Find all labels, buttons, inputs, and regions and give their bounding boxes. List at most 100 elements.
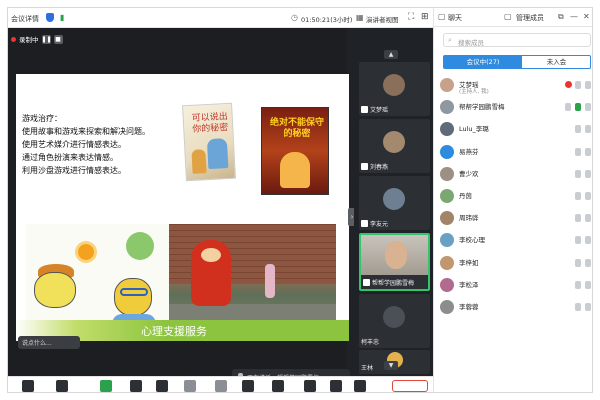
tab-not-joined[interactable]: 未入会 xyxy=(522,56,591,68)
member-search-input[interactable]: ⌕ 搜索成员 xyxy=(443,33,591,47)
member-avatar xyxy=(440,233,454,248)
stop-recording-button[interactable]: ■ xyxy=(53,34,63,44)
camera-icon[interactable] xyxy=(585,147,591,156)
mic-icon[interactable] xyxy=(575,191,581,200)
grid-icon[interactable]: ⊞ xyxy=(421,12,429,22)
mic-icon[interactable] xyxy=(575,125,581,134)
chat-tab[interactable]: 聊天 xyxy=(448,13,462,23)
shield-icon[interactable] xyxy=(46,13,54,22)
chat-icon[interactable] xyxy=(215,380,227,392)
participant-avatar xyxy=(383,74,405,96)
security-icon[interactable] xyxy=(130,380,142,392)
close-icon[interactable]: ✕ xyxy=(583,12,590,21)
tile-name-bar: 王林 xyxy=(361,363,373,372)
camera-icon[interactable] xyxy=(585,258,591,267)
video-tile-active[interactable]: 帮帮学园鹏雪梅 xyxy=(359,233,430,291)
record-icon[interactable] xyxy=(156,380,168,392)
chat-icon[interactable]: ▢ xyxy=(438,12,446,21)
pause-recording-button[interactable]: ❚❚ xyxy=(41,34,52,44)
member-avatar xyxy=(440,211,454,226)
member-row[interactable]: 艾梦瑶 (主持人, 我) xyxy=(440,74,592,96)
video-tile[interactable]: 柯丰忠 xyxy=(359,294,430,348)
meeting-details-link[interactable]: 会议详情 xyxy=(11,14,39,24)
book-cover-image: 绝对不能保守的秘密 xyxy=(261,107,329,195)
presentation-slide: 游戏治疗： 使用故事和游戏来探索和解决问题。 使用艺术媒介进行情感表达。 通过角… xyxy=(16,74,349,338)
mic-icon[interactable] xyxy=(575,258,581,267)
camera-icon[interactable] xyxy=(585,191,591,200)
member-name: 李蓉蓉 xyxy=(459,302,479,311)
tile-name: 柯丰忠 xyxy=(361,339,380,346)
camera-icon[interactable] xyxy=(585,302,591,311)
member-row[interactable]: 李松泽 xyxy=(440,274,592,296)
illustration-figure xyxy=(280,152,310,188)
mic-icon[interactable] xyxy=(575,103,581,112)
manage-members-tab[interactable]: 管理成员 xyxy=(516,13,544,23)
video-tile[interactable]: 李友元 xyxy=(359,176,430,230)
member-row[interactable]: Lulu_李璐 xyxy=(440,118,592,140)
recording-indicator: 录制中 ❚❚ ■ xyxy=(11,32,75,46)
members-icon[interactable] xyxy=(184,380,196,392)
tab-in-meeting[interactable]: 会议中(27) xyxy=(444,56,522,68)
member-row[interactable]: 李校心理 xyxy=(440,229,592,251)
popout-icon[interactable]: ⧉ xyxy=(558,12,564,22)
more-icon[interactable] xyxy=(330,380,342,392)
chat-input-pill[interactable]: 说点什么... xyxy=(18,336,80,349)
tile-name: 帮帮学园鹏雪梅 xyxy=(372,280,415,287)
layout-icon[interactable]: ▦ xyxy=(356,13,364,22)
view-mode-button[interactable]: 演讲者视图 xyxy=(366,14,399,24)
member-list: 艾梦瑶 (主持人, 我) 帮帮学园鹏雪梅 Lulu_李璐 易燕芬 曹少欢 丹茵 … xyxy=(440,74,592,318)
minimize-icon[interactable]: — xyxy=(570,12,578,21)
member-row[interactable]: 曹少欢 xyxy=(440,163,592,185)
member-row[interactable]: 周玮骅 xyxy=(440,207,592,229)
member-filter-tabs: 会议中(27) 未入会 xyxy=(443,55,591,69)
member-name: 曹少欢 xyxy=(459,169,479,178)
mascot-photo xyxy=(169,224,336,326)
share-screen-icon[interactable] xyxy=(100,380,112,392)
mic-toggle-icon[interactable] xyxy=(22,380,34,392)
member-row[interactable]: 李蓉蓉 xyxy=(440,296,592,318)
member-row[interactable]: 易燕芬 xyxy=(440,141,592,163)
mascot-face xyxy=(201,248,221,262)
member-row[interactable]: 丹茵 xyxy=(440,185,592,207)
member-row[interactable]: 帮帮学园鹏雪梅 xyxy=(440,96,592,118)
mic-icon[interactable] xyxy=(575,169,581,178)
camera-icon[interactable] xyxy=(585,280,591,289)
child-figure xyxy=(265,264,275,298)
fullscreen-icon[interactable]: ⛶ xyxy=(408,12,414,22)
member-name: 帮帮学园鹏雪梅 xyxy=(459,103,505,112)
scroll-down-button[interactable]: ▼ xyxy=(384,361,398,370)
mic-icon[interactable] xyxy=(575,236,581,245)
reactions-icon[interactable] xyxy=(304,380,316,392)
mic-icon[interactable] xyxy=(575,302,581,311)
whiteboard-icon[interactable] xyxy=(354,380,366,392)
video-tile[interactable]: 艾梦瑶 xyxy=(359,62,430,116)
camera-icon[interactable] xyxy=(585,169,591,178)
member-panel: ▢ 聊天 ▢ 管理成员 ⧉ — ✕ ⌕ 搜索成员 会议中(27) 未入会 艾梦瑶… xyxy=(433,8,592,392)
mic-icon[interactable] xyxy=(575,214,581,223)
slide-line: 使用故事和游戏来探索和解决问题。 xyxy=(22,127,150,136)
camera-toggle-icon[interactable] xyxy=(56,380,68,392)
mic-icon[interactable] xyxy=(575,81,581,89)
member-row[interactable]: 李梓如 xyxy=(440,252,592,274)
camera-icon[interactable] xyxy=(585,236,591,245)
meeting-timer: 01:50:21(3小时) xyxy=(301,16,353,24)
slide-line: 使用艺术媒介进行情感表达。 xyxy=(22,140,126,149)
signal-icon[interactable]: ▮ xyxy=(60,13,64,22)
member-avatar xyxy=(440,144,454,159)
camera-icon[interactable] xyxy=(585,214,591,223)
slide-line: 利用沙盘游戏进行情感表达。 xyxy=(22,166,126,175)
member-name: 丹茵 xyxy=(459,191,472,200)
end-meeting-button[interactable] xyxy=(392,380,428,392)
member-avatar xyxy=(440,255,454,270)
camera-icon[interactable] xyxy=(585,81,591,89)
settings-icon[interactable] xyxy=(272,380,284,392)
scroll-up-button[interactable]: ▲ xyxy=(384,50,398,59)
camera-icon[interactable] xyxy=(585,103,591,112)
camera-icon[interactable] xyxy=(585,125,591,134)
apps-icon[interactable] xyxy=(242,380,254,392)
member-name: 李校心理 xyxy=(459,236,485,245)
members-icon[interactable]: ▢ xyxy=(504,12,512,21)
video-tile[interactable]: 刘春燕 xyxy=(359,119,430,173)
mic-icon[interactable] xyxy=(575,147,581,156)
mic-icon[interactable] xyxy=(575,280,581,289)
